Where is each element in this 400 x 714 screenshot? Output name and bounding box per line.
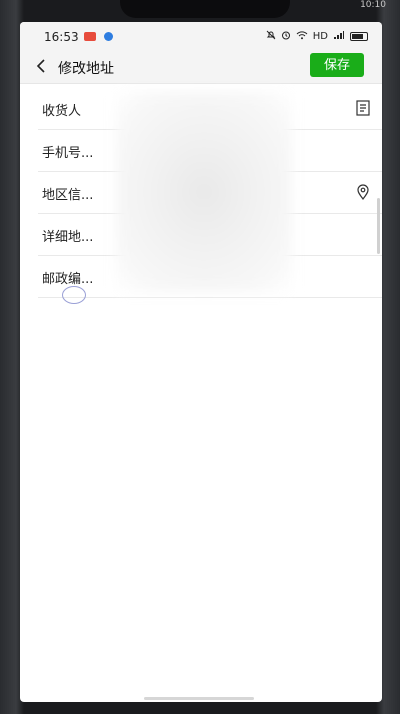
detail-address-label: 详细地... bbox=[42, 230, 94, 245]
network-type-label: HD bbox=[312, 31, 328, 42]
status-icons: HD bbox=[266, 30, 368, 43]
scrollbar[interactable] bbox=[377, 198, 380, 254]
signal-icon bbox=[333, 30, 345, 43]
alarm-icon bbox=[281, 30, 291, 43]
save-button[interactable]: 保存 bbox=[310, 53, 364, 77]
page-title: 修改地址 bbox=[58, 61, 114, 77]
touch-indicator bbox=[62, 286, 86, 304]
app-screen: 16:53 HD 修改地址 保存 收货人 手机号... 地区信... 详细地..… bbox=[20, 22, 382, 702]
bell-icon bbox=[266, 30, 276, 43]
redacted-input-values bbox=[116, 92, 292, 292]
outer-clock: 10:10 bbox=[360, 0, 386, 10]
navigation-bar: 修改地址 保存 bbox=[20, 50, 382, 84]
home-indicator[interactable] bbox=[144, 697, 254, 700]
location-pin-icon[interactable] bbox=[354, 183, 372, 201]
notification-app-icon bbox=[84, 32, 96, 41]
back-arrow-icon[interactable] bbox=[28, 54, 54, 80]
status-bar: 16:53 HD bbox=[20, 22, 382, 50]
battery-icon bbox=[350, 32, 368, 41]
phone-label: 手机号... bbox=[42, 146, 94, 161]
postal-code-label: 邮政编... bbox=[42, 272, 94, 287]
recipient-label: 收货人 bbox=[42, 104, 82, 119]
region-label: 地区信... bbox=[42, 188, 94, 203]
camera-notch bbox=[120, 0, 290, 18]
notification-dot-icon bbox=[104, 32, 113, 41]
status-clock: 16:53 bbox=[44, 30, 79, 44]
wifi-icon bbox=[296, 30, 308, 43]
contact-book-icon[interactable] bbox=[354, 99, 372, 117]
